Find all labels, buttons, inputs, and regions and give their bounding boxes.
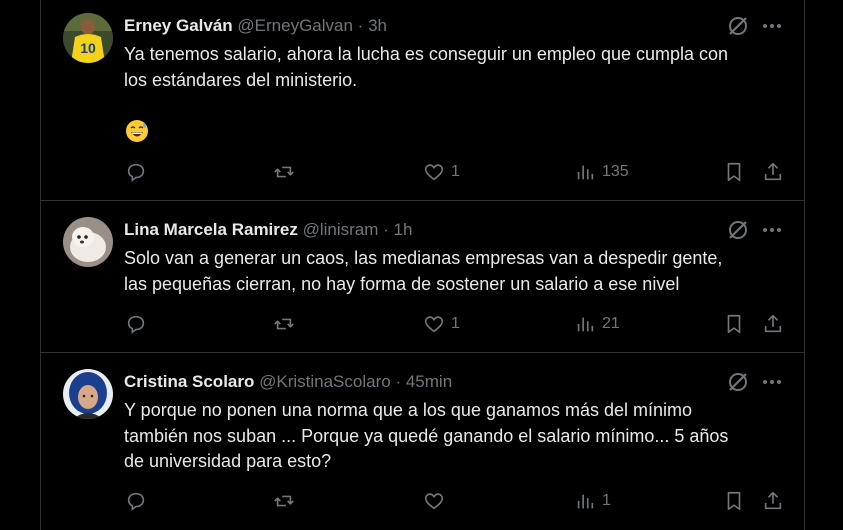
retweet-icon	[274, 166, 294, 178]
retweet-icon	[274, 495, 294, 507]
author-name[interactable]: Cristina Scolaro	[124, 372, 254, 391]
author-name[interactable]: Erney Galván	[124, 16, 233, 35]
reply-icon	[127, 315, 145, 334]
like-count: 1	[451, 315, 460, 332]
reply-icon	[127, 163, 145, 182]
tweet-text-line: de universidad para esto?	[124, 451, 332, 471]
grok-icon[interactable]	[727, 15, 749, 37]
bookmark-button[interactable]	[723, 161, 745, 183]
views-icon	[577, 165, 594, 180]
tweet-text: Y porque no ponen una norma que a los qu…	[124, 398, 789, 475]
tweet-text-line: los estándares del ministerio.	[124, 69, 358, 90]
heart-icon	[424, 164, 444, 181]
tweet-text: Solo van a generar un caos, las medianas…	[124, 246, 789, 297]
tweet-text: Ya tenemos salario, ahora la lucha es co…	[124, 42, 789, 93]
views-count: 21	[602, 315, 620, 332]
svg-text:10: 10	[80, 40, 96, 56]
tweet-text-line: Ya tenemos salario, ahora la lucha es co…	[124, 44, 729, 64]
tweet-header: Erney Galván @ErneyGalvan · 3h	[124, 15, 387, 37]
retweet-button[interactable]	[273, 490, 295, 512]
tweet[interactable]: Cristina Scolaro @KristinaScolaro · 45mi…	[41, 353, 804, 530]
tweet[interactable]: 10 Erney Galván @ErneyGalvan · 3h Ya ten…	[41, 0, 804, 200]
grinning-sweat-emoji	[125, 119, 149, 143]
heart-icon	[424, 316, 444, 333]
avatar[interactable]: 10	[63, 13, 113, 63]
views-count: 1	[602, 492, 611, 509]
share-icon	[764, 314, 782, 333]
share-icon	[764, 162, 782, 181]
tweet-text-line: también nos suban ... Porque ya quedé ga…	[124, 425, 729, 446]
reply-thread: 10 Erney Galván @ErneyGalvan · 3h Ya ten…	[40, 0, 805, 530]
share-button[interactable]	[762, 313, 784, 335]
share-icon	[764, 491, 782, 510]
share-button[interactable]	[762, 161, 784, 183]
tweet-text-line: las pequeñas cierran, no hay forma de so…	[124, 273, 680, 294]
grok-icon[interactable]	[727, 371, 749, 393]
views-button[interactable]: 135	[574, 161, 629, 183]
timestamp[interactable]: 45min	[406, 372, 452, 391]
author-handle[interactable]: @ErneyGalvan	[237, 16, 353, 35]
views-button[interactable]: 21	[574, 313, 620, 335]
like-button[interactable]: 1	[423, 161, 460, 183]
tweet-header: Lina Marcela Ramirez @linisram · 1h	[124, 219, 412, 241]
more-icon[interactable]	[761, 371, 783, 393]
views-icon	[577, 494, 594, 509]
reply-button[interactable]	[125, 161, 147, 183]
share-button[interactable]	[762, 490, 784, 512]
tweet[interactable]: Lina Marcela Ramirez @linisram · 1h Solo…	[41, 201, 804, 352]
views-button[interactable]: 1	[574, 490, 611, 512]
views-icon	[577, 317, 594, 332]
bookmark-icon	[727, 314, 741, 334]
reply-icon	[127, 492, 145, 511]
retweet-button[interactable]	[273, 313, 295, 335]
reply-button[interactable]	[125, 313, 147, 335]
bookmark-icon	[727, 491, 741, 511]
views-count: 135	[602, 163, 629, 180]
separator-dot: ·	[383, 220, 389, 239]
author-handle[interactable]: @linisram	[303, 220, 379, 239]
heart-icon	[424, 493, 444, 510]
like-button[interactable]: 1	[423, 313, 460, 335]
author-name[interactable]: Lina Marcela Ramirez	[124, 220, 298, 239]
avatar[interactable]	[63, 369, 113, 419]
avatar[interactable]	[63, 217, 113, 267]
bookmark-button[interactable]	[723, 490, 745, 512]
separator-dot: ·	[357, 16, 364, 35]
retweet-button[interactable]	[273, 161, 295, 183]
more-icon[interactable]	[761, 15, 783, 37]
separator-dot: ·	[395, 372, 402, 391]
like-count: 1	[451, 163, 460, 180]
reply-button[interactable]	[125, 490, 147, 512]
bookmark-icon	[727, 162, 741, 182]
timestamp[interactable]: 3h	[368, 16, 387, 35]
timestamp[interactable]: 1h	[394, 220, 413, 239]
bookmark-button[interactable]	[723, 313, 745, 335]
like-button[interactable]	[423, 490, 451, 512]
tweet-header: Cristina Scolaro @KristinaScolaro · 45mi…	[124, 371, 452, 393]
more-icon[interactable]	[761, 219, 783, 241]
retweet-icon	[274, 318, 294, 330]
tweet-text-line: Y porque no ponen una norma que a los qu…	[124, 400, 693, 420]
grok-icon[interactable]	[727, 219, 749, 241]
author-handle[interactable]: @KristinaScolaro	[259, 372, 391, 391]
tweet-text-line: Solo van a generar un caos, las medianas…	[124, 248, 723, 268]
